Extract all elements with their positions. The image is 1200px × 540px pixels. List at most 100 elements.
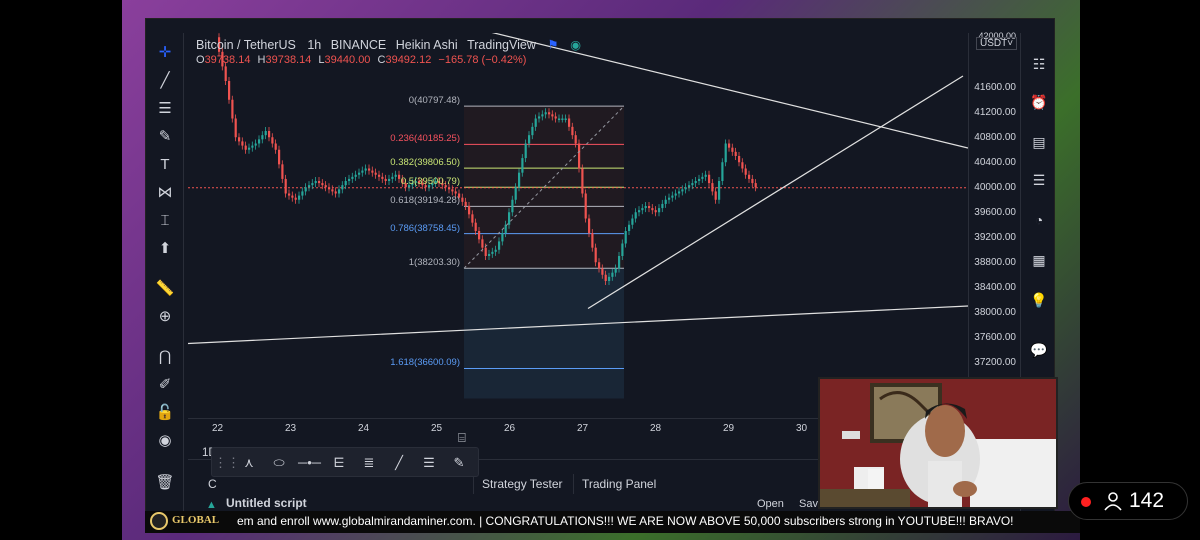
trend-line-icon[interactable]: ╱: [155, 71, 175, 91]
candle-body: [618, 256, 621, 269]
measure-icon[interactable]: ⌶: [155, 211, 175, 231]
candle-body: [514, 187, 517, 200]
candle-body: [678, 191, 681, 194]
time-tick: 23: [285, 423, 297, 434]
candle-body: [448, 187, 451, 190]
candle-body: [744, 168, 747, 175]
candle-body: [671, 195, 674, 198]
candle-body: [574, 135, 577, 144]
candle-body: [518, 172, 521, 188]
price-tick: 37600.00: [974, 332, 1016, 343]
data-window-icon[interactable]: ☰: [1028, 169, 1050, 191]
candle-body: [274, 143, 277, 150]
eye-icon[interactable]: ◉: [155, 431, 175, 451]
ideas-icon[interactable]: 💡: [1028, 289, 1050, 311]
time-tick: 27: [577, 423, 589, 434]
brush-icon[interactable]: ✎: [448, 453, 470, 473]
candle-body: [611, 272, 614, 277]
user-icon: [1104, 492, 1122, 511]
candle-body: [751, 178, 754, 184]
candle-body: [614, 268, 617, 273]
trend-line-icon[interactable]: ╱: [388, 453, 410, 473]
candle-body: [498, 241, 501, 250]
calendar-icon[interactable]: ▦: [1028, 249, 1050, 271]
lock-drawing-icon[interactable]: ✐: [155, 375, 175, 395]
candle-body: [631, 218, 634, 225]
price-axis[interactable]: 41600.00 41200.00 40800.00 40400.00 40000.00…: [968, 31, 1022, 418]
price-tick: 39200.00: [974, 232, 1016, 243]
candle-body: [674, 193, 677, 196]
magnet-icon[interactable]: ⋂: [155, 347, 175, 367]
candle-body: [688, 185, 691, 188]
viewer-count: 142: [1129, 489, 1165, 512]
pattern-icon[interactable]: ⋏: [238, 453, 260, 473]
ticker-text: em and enroll www.globalmirandaminer.com…: [237, 514, 1014, 528]
candle-body: [691, 183, 694, 186]
time-tick: 28: [650, 423, 662, 434]
candle-body: [588, 218, 591, 234]
candle-body: [748, 174, 751, 179]
candle-body: [454, 191, 457, 194]
webcam-overlay: [818, 377, 1058, 509]
candle-body: [358, 172, 361, 175]
script-name[interactable]: Untitled script: [226, 496, 307, 510]
tab-trading-panel[interactable]: Trading Panel: [573, 474, 664, 494]
currency-selector[interactable]: USDT˅: [976, 37, 1018, 50]
zoom-icon[interactable]: ⊕: [155, 307, 175, 327]
time-tick: 25: [431, 423, 443, 434]
price-tick: 38800.00: [974, 257, 1016, 268]
candle-body: [738, 156, 741, 163]
save-button[interactable]: Sav: [799, 498, 818, 510]
brush-icon[interactable]: ✎: [155, 127, 175, 147]
symbol-name: Bitcoin / TetherUS: [196, 38, 296, 52]
ellipse-icon[interactable]: ⬭: [268, 453, 290, 473]
candle-body: [568, 118, 571, 127]
logo-emblem-icon: [150, 512, 168, 530]
price-tick: 40400.00: [974, 157, 1016, 168]
candle-body: [591, 233, 594, 248]
candle-body: [724, 143, 727, 163]
candle-body: [374, 172, 377, 175]
horizontal-ray-icon[interactable]: ─•─: [298, 453, 321, 473]
calendar-goto-icon[interactable]: ⌸: [458, 430, 466, 446]
hotlist-icon[interactable]: ◔: [1028, 209, 1050, 231]
horizontal-lines-icon[interactable]: ☰: [155, 99, 175, 119]
tab-pine-editor[interactable]: C: [200, 474, 225, 494]
candle-body: [684, 187, 687, 190]
parallel-channel-icon[interactable]: ⋿: [328, 453, 350, 473]
candle-body: [471, 214, 474, 223]
lock-icon[interactable]: 🔓: [155, 403, 175, 423]
price-tick: 41200.00: [974, 107, 1016, 118]
candle-body: [464, 201, 467, 206]
candle-body: [468, 206, 471, 215]
arrow-up-icon[interactable]: ⬆: [155, 239, 175, 259]
lines-icon[interactable]: ☰: [418, 453, 440, 473]
candle-body: [561, 118, 564, 120]
trash-icon[interactable]: 🗑: [155, 473, 175, 493]
candle-body: [654, 210, 657, 213]
candle-body: [718, 181, 721, 200]
candle-body: [224, 66, 227, 81]
open-button[interactable]: Open: [757, 498, 784, 510]
crosshair-icon[interactable]: ✛: [155, 43, 175, 63]
watchlist-icon[interactable]: ☷: [1028, 53, 1050, 75]
candle-body: [244, 145, 247, 150]
fib-label: 0(40797.48): [408, 95, 460, 107]
ascending-trendline: [587, 75, 964, 310]
drag-handle-icon[interactable]: ⋮⋮: [214, 453, 240, 473]
candle-body: [634, 212, 637, 219]
tab-strategy-tester[interactable]: Strategy Tester: [473, 474, 570, 494]
candle-body: [594, 247, 597, 263]
candle-body: [721, 162, 724, 181]
price-tick: 38400.00: [974, 282, 1016, 293]
pattern-icon[interactable]: ⋈: [155, 183, 175, 203]
chat-icon[interactable]: 💬: [1028, 339, 1050, 361]
text-icon[interactable]: T: [155, 155, 175, 175]
fib-icon[interactable]: ≣: [358, 453, 380, 473]
symbol-legend[interactable]: Bitcoin / TetherUS 1h BINANCE Heikin Ash…: [196, 37, 581, 52]
chart-style: Heikin Ashi: [395, 38, 458, 52]
ruler-icon[interactable]: 📏: [155, 279, 175, 299]
news-icon[interactable]: ▤: [1028, 131, 1050, 153]
time-tick: 29: [723, 423, 735, 434]
alarm-icon[interactable]: ⏰: [1028, 91, 1050, 113]
